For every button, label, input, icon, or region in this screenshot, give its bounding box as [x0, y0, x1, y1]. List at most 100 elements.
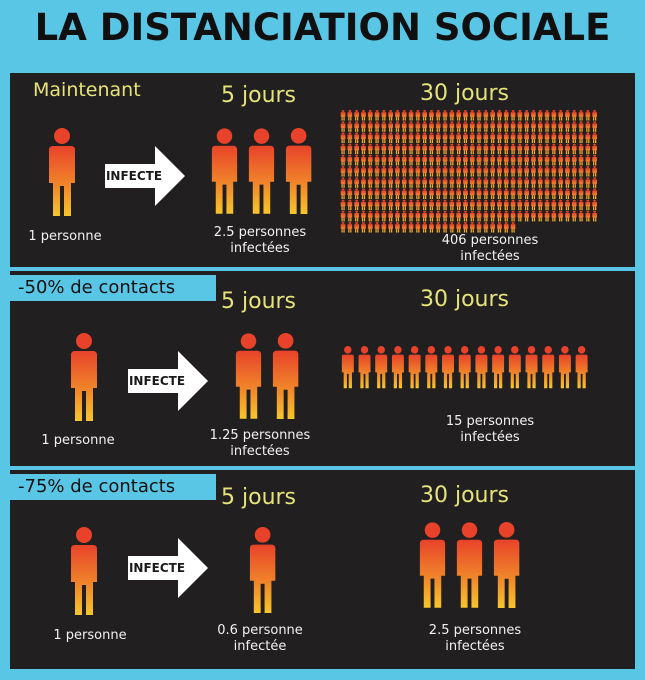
tiny-person	[367, 222, 373, 233]
tiny-person	[537, 210, 543, 222]
tiny-person	[497, 177, 502, 188]
tiny-person	[429, 177, 434, 188]
scenario-panel-75: -75% de contacts 5 jours 30 jours INFECT…	[10, 470, 635, 669]
tiny-person	[585, 143, 591, 155]
tiny-person	[449, 121, 455, 132]
tiny-person	[565, 177, 570, 188]
tiny-person	[503, 188, 509, 199]
tiny-person	[442, 188, 448, 199]
tiny-person	[340, 177, 346, 188]
tiny-person	[524, 121, 529, 132]
tiny-person	[415, 110, 421, 121]
tiny-person	[531, 166, 536, 177]
tiny-person	[483, 166, 489, 177]
tiny-person	[361, 110, 366, 121]
day5-label: 5 jours	[221, 83, 297, 108]
tiny-person	[340, 110, 346, 121]
tiny-person	[435, 222, 441, 233]
tiny-person	[408, 121, 414, 132]
tiny-person	[571, 154, 577, 166]
tiny-person	[517, 132, 523, 143]
tiny-person	[367, 132, 373, 143]
tiny-person	[367, 188, 373, 199]
tiny-person	[510, 166, 516, 177]
tiny-person	[347, 210, 353, 222]
tiny-person	[565, 210, 570, 222]
tiny-person	[537, 199, 543, 211]
tiny-person	[503, 177, 509, 188]
tiny-person	[367, 110, 373, 121]
tiny-person	[429, 121, 434, 132]
tiny-person	[537, 188, 543, 199]
tiny-person	[490, 143, 495, 155]
small-person	[442, 346, 454, 389]
tiny-person	[483, 222, 489, 233]
tiny-person	[429, 154, 434, 166]
tiny-person	[510, 199, 516, 211]
tiny-person	[408, 210, 414, 222]
tiny-person	[517, 166, 523, 177]
tiny-person	[442, 154, 448, 166]
tiny-person	[531, 143, 536, 155]
tiny-person	[497, 110, 502, 121]
tiny-person	[361, 177, 366, 188]
tiny-person	[510, 143, 516, 155]
tiny-person	[497, 222, 502, 233]
tiny-person	[503, 110, 509, 121]
tiny-person	[463, 222, 468, 233]
tiny-person	[551, 166, 557, 177]
tiny-person	[381, 222, 387, 233]
tiny-person	[517, 177, 523, 188]
tiny-person	[558, 110, 563, 121]
tiny-person	[497, 121, 502, 132]
tiny-person	[408, 143, 414, 155]
tiny-person	[531, 210, 536, 222]
tiny-person	[497, 143, 502, 155]
tiny-person	[388, 143, 393, 155]
tiny-person	[537, 121, 543, 132]
partial-person-icon	[285, 128, 312, 215]
tiny-person	[510, 188, 516, 199]
tiny-person	[401, 210, 407, 222]
tiny-person	[531, 132, 536, 143]
tiny-person	[551, 110, 557, 121]
tiny-person	[510, 110, 516, 121]
tiny-person	[449, 132, 455, 143]
tiny-person	[476, 222, 482, 233]
tiny-person	[381, 166, 387, 177]
day30-label: 30 jours	[420, 287, 510, 312]
tiny-person	[469, 222, 475, 233]
tiny-person	[537, 177, 543, 188]
day30-label: 30 jours	[420, 81, 510, 106]
tiny-person	[374, 188, 380, 199]
tiny-person	[483, 110, 489, 121]
tiny-person	[469, 154, 475, 166]
tiny-person	[585, 188, 591, 199]
tiny-person	[381, 177, 387, 188]
tiny-person	[571, 166, 577, 177]
tiny-person	[422, 177, 427, 188]
tiny-person	[592, 210, 597, 222]
tiny-person	[429, 210, 434, 222]
tiny-person	[449, 110, 455, 121]
tiny-person	[517, 110, 523, 121]
tiny-person	[374, 154, 380, 166]
tiny-person	[435, 154, 441, 166]
tiny-person	[463, 132, 468, 143]
tiny-person	[395, 154, 400, 166]
tiny-person	[565, 143, 570, 155]
tiny-person	[361, 222, 366, 233]
tiny-person	[517, 188, 523, 199]
tiny-person	[497, 132, 502, 143]
tiny-person	[435, 132, 441, 143]
tiny-person	[449, 154, 455, 166]
tiny-person	[565, 166, 570, 177]
tiny-person	[565, 188, 570, 199]
tiny-person	[463, 199, 468, 211]
tiny-person	[558, 154, 563, 166]
tiny-person	[422, 154, 427, 166]
tiny-person	[395, 177, 400, 188]
tiny-person	[435, 188, 441, 199]
tiny-person	[456, 154, 461, 166]
day30-people	[416, 522, 526, 612]
